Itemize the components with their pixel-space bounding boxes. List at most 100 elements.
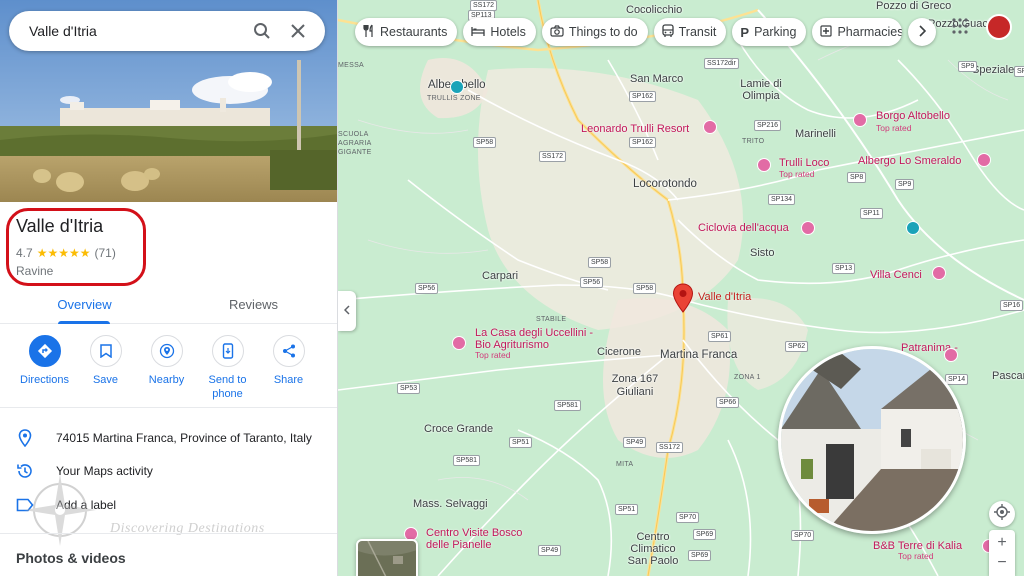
close-icon[interactable]: [283, 16, 313, 46]
layers-toggle[interactable]: [356, 539, 418, 576]
map-area-scuola-agraria: SCUOLA AGRARIA GIGANTE: [338, 131, 372, 156]
poi-villa-cenci[interactable]: Villa Cenci: [870, 269, 922, 281]
poi-borgo-top-rated: Top rated: [876, 123, 912, 133]
chips-next-button[interactable]: [908, 18, 937, 46]
poi-centro-visite-bosco[interactable]: Centro Visite Bosco delle Pianelle: [426, 527, 538, 551]
chip-things-to-do[interactable]: Things to do: [541, 18, 648, 46]
chip-label: Hotels: [490, 25, 526, 39]
chip-hotels[interactable]: Hotels: [463, 18, 536, 46]
chip-pharmacies[interactable]: Pharmacies: [812, 18, 903, 46]
share-button[interactable]: Share: [258, 335, 319, 405]
map-label-croce-grande[interactable]: Croce Grande: [424, 423, 493, 435]
poi-borgo-altobello[interactable]: Borgo Altobello: [876, 110, 950, 122]
directions-label: Directions: [20, 374, 69, 386]
road-shield: SP216: [754, 120, 782, 131]
trullo-image: [781, 349, 963, 531]
map-label-pozzo-di-greco[interactable]: Pozzo di Greco: [876, 0, 951, 12]
map-area-messa: MESSA: [338, 62, 365, 69]
parking-icon: P: [740, 24, 750, 40]
transit-pin-icon[interactable]: [450, 80, 464, 94]
nearby-button[interactable]: Nearby: [136, 335, 197, 405]
map-label-pascar[interactable]: Pascar: [992, 370, 1024, 382]
compass-watermark-icon: [20, 470, 100, 555]
directions-icon: [28, 335, 61, 367]
map-label-zona-167-giuliani[interactable]: Zona 167 Giuliani: [609, 373, 661, 399]
save-label: Save: [92, 374, 119, 386]
address-row[interactable]: 74015 Martina Franca, Province of Tarant…: [0, 423, 337, 453]
selected-place-pin-icon[interactable]: [672, 283, 694, 318]
hotel-pin-icon[interactable]: [932, 266, 946, 280]
map-label-carpari[interactable]: Carpari: [482, 270, 518, 282]
apps-grid-icon[interactable]: [950, 16, 970, 36]
hotel-pin-icon[interactable]: [452, 336, 466, 350]
map-label-mass-selvaggi[interactable]: Mass. Selvaggi: [413, 498, 488, 510]
send-to-phone-label: Send to phone: [208, 374, 247, 400]
road-shield: SP61: [708, 331, 732, 342]
road-shield: SP66: [716, 397, 740, 408]
save-button[interactable]: Save: [75, 335, 136, 405]
map-label-centro-climatico[interactable]: Centro Climatico San Paolo: [624, 531, 682, 567]
poi-trulli-loco-top-rated: Top rated: [779, 169, 815, 179]
map-canvas[interactable]: Cocolicchio Pozzo di Greco Pozzo Guacito…: [338, 0, 1024, 576]
place-hero-photo[interactable]: [0, 0, 337, 202]
hotel-pin-icon[interactable]: [703, 120, 717, 134]
divider: [0, 533, 337, 534]
map-label-speziale[interactable]: Speziale: [972, 64, 1014, 76]
tab-overview[interactable]: Overview: [0, 289, 169, 324]
map-label-martina-franca[interactable]: Martina Franca: [660, 349, 737, 361]
road-shield: SP49: [623, 437, 647, 448]
my-location-button[interactable]: [989, 501, 1015, 527]
road-shield: SP69: [693, 529, 717, 540]
map-label-cocolicchio[interactable]: Cocolicchio: [626, 4, 682, 16]
share-icon: [272, 335, 305, 367]
tab-reviews[interactable]: Reviews: [169, 289, 337, 323]
zoom-out-icon[interactable]: −: [997, 553, 1006, 573]
directions-button[interactable]: Directions: [14, 335, 75, 405]
attraction-pin-icon[interactable]: [801, 221, 815, 235]
search-icon[interactable]: [247, 16, 277, 46]
map-label-san-marco[interactable]: San Marco: [630, 73, 683, 85]
road-shield: SP49: [538, 545, 562, 556]
hotel-pin-icon[interactable]: [757, 158, 771, 172]
place-panel: Valle d'Itria 4.7 ★★★★★ (71) Ravine Over…: [0, 0, 338, 576]
share-label: Share: [273, 374, 304, 386]
poi-trulli-loco[interactable]: Trulli Loco: [779, 157, 829, 169]
poi-leonardo-trulli-resort[interactable]: Leonardo Trulli Resort: [581, 123, 689, 135]
address-text: 74015 Martina Franca, Province of Tarant…: [56, 431, 312, 445]
map-label-cicerone[interactable]: Cicerone: [597, 346, 641, 358]
chip-transit[interactable]: Transit: [653, 18, 727, 46]
selected-place-label[interactable]: Valle d'Itria: [698, 291, 751, 303]
road-shield: SP51: [509, 437, 533, 448]
search-input[interactable]: [29, 23, 247, 39]
poi-bb-kalia-top-rated: Top rated: [898, 551, 934, 561]
hotel-pin-icon[interactable]: [853, 113, 867, 127]
map-label-marinelli[interactable]: Marinelli: [795, 128, 836, 140]
road-shield: SP56: [415, 283, 439, 294]
collapse-panel-button[interactable]: [338, 291, 356, 331]
road-shield: SP8: [847, 172, 867, 183]
chip-parking[interactable]: P Parking: [732, 18, 807, 46]
chip-restaurants[interactable]: Restaurants: [355, 18, 458, 46]
poi-albergo-lo-smeraldo[interactable]: Albergo Lo Smeraldo: [858, 155, 961, 167]
account-avatar[interactable]: [986, 14, 1012, 40]
poi-uccellini-top-rated: Top rated: [475, 350, 511, 360]
bookmark-icon: [89, 335, 122, 367]
map-label-sisto[interactable]: Sisto: [750, 247, 774, 259]
map-label-lamie-di-olimpia[interactable]: Lamie di Olimpia: [736, 78, 786, 102]
map-area-mita: MITA: [616, 461, 634, 468]
search-box[interactable]: [9, 11, 325, 51]
hotel-pin-icon[interactable]: [944, 348, 958, 362]
hotel-pin-icon[interactable]: [977, 153, 991, 167]
road-shield: SP53: [397, 383, 421, 394]
chevron-right-icon: [918, 24, 927, 40]
map-label-locorotondo[interactable]: Locorotondo: [633, 178, 697, 190]
send-to-phone-button[interactable]: Send to phone: [197, 335, 258, 405]
zoom-in-icon[interactable]: +: [997, 533, 1006, 553]
poi-casa-degli-uccellini[interactable]: La Casa degli Uccellini - Bio Agriturism…: [475, 327, 603, 351]
map-area-trullis-zone: TRULLIS ZONE: [427, 95, 481, 102]
divider: [0, 407, 337, 408]
map-area-zona-1: ZONA 1: [734, 374, 761, 381]
transit-pin-icon[interactable]: [906, 221, 920, 235]
road-shield: SP11: [860, 208, 883, 219]
poi-ciclovia-dell-acqua[interactable]: Ciclovia dell'acqua: [698, 222, 789, 234]
